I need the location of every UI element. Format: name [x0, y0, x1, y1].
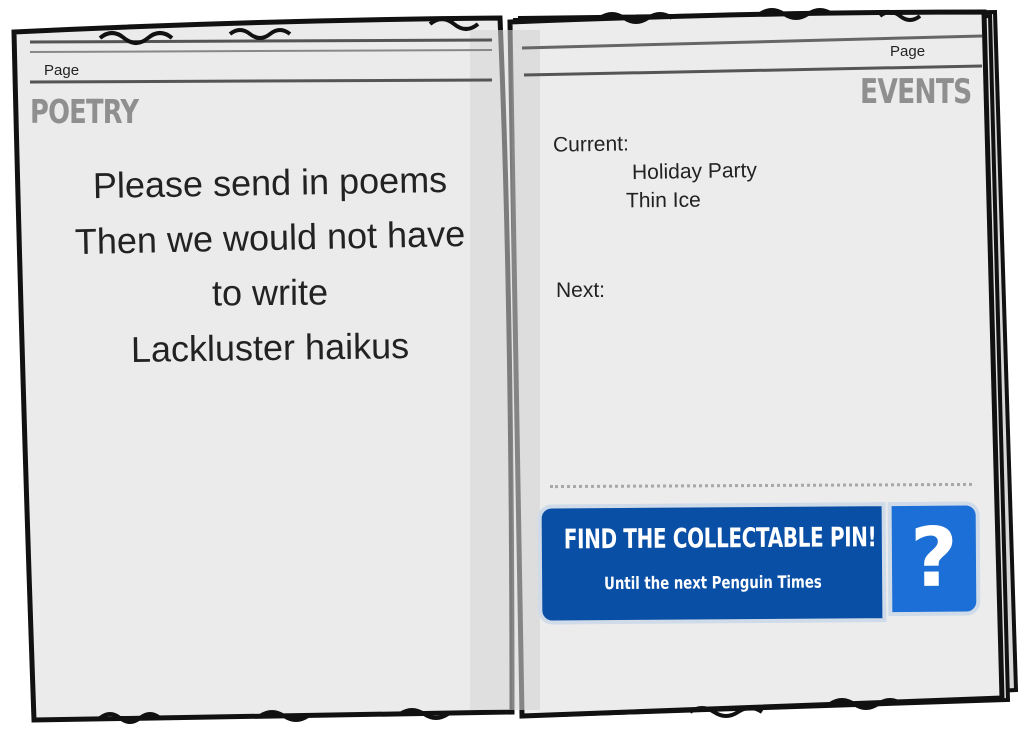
- newspaper-book: Page POETRY Please send in poems Then we…: [0, 0, 1024, 752]
- current-event-item: Holiday Party: [631, 158, 758, 185]
- right-page-label: Page: [890, 43, 926, 60]
- events-section-title: EVENTS: [860, 72, 972, 112]
- poetry-section-title: POETRY: [30, 92, 139, 131]
- poem-line: Lackluster haikus: [130, 325, 410, 370]
- current-event-item: Thin Ice: [625, 188, 701, 213]
- pin-hint-button[interactable]: ?: [887, 501, 981, 617]
- pin-banner-title: FIND THE COLLECTABLE PIN!: [563, 522, 877, 556]
- current-events-label: Current:: [552, 132, 630, 157]
- poem-line: Please send in poems: [92, 158, 448, 207]
- question-mark-icon: ?: [909, 510, 959, 606]
- poem: Please send in poems Then we would not h…: [40, 155, 500, 375]
- poem-line: Then we would not have: [74, 212, 466, 263]
- pin-banner-subtitle: Until the next Penguin Times: [604, 572, 822, 595]
- poem-line: to write: [211, 271, 329, 314]
- pin-banner-main[interactable]: FIND THE COLLECTABLE PIN! Until the next…: [537, 502, 887, 625]
- left-page-label: Page: [44, 62, 80, 79]
- collectable-pin-banner[interactable]: FIND THE COLLECTABLE PIN! Until the next…: [537, 501, 981, 625]
- next-events-label: Next:: [556, 279, 606, 302]
